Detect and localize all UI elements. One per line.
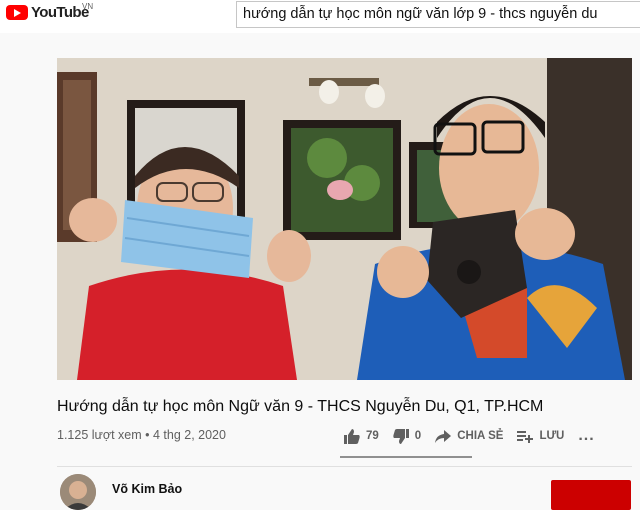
youtube-play-icon — [6, 5, 28, 20]
share-icon — [435, 429, 452, 443]
dislike-count: 0 — [414, 430, 422, 442]
video-title: Hướng dẫn tự học môn Ngữ văn 9 - THCS Ng… — [57, 398, 544, 415]
playlist-add-icon — [517, 430, 534, 443]
avatar-image — [60, 474, 96, 510]
share-button[interactable]: CHIA SẺ — [435, 429, 504, 443]
logo-text: YouTube — [31, 4, 89, 21]
top-bar: YouTube VN hướng dẫn tự học môn ngữ văn … — [0, 0, 640, 33]
channel-name[interactable]: Võ Kim Bảo — [112, 482, 182, 496]
video-meta: 1.125 lượt xem • 4 thg 2, 2020 — [57, 428, 226, 442]
like-ratio-fill — [340, 456, 472, 458]
video-actions: 79 0 CHIA SẺ LƯU ... — [344, 427, 609, 445]
like-count: 79 — [366, 430, 379, 442]
subscribe-button[interactable] — [551, 480, 631, 510]
save-button[interactable]: LƯU — [517, 430, 564, 443]
view-count: 1.125 lượt xem — [57, 428, 142, 442]
dislike-button[interactable]: 0 — [393, 428, 422, 444]
thumbs-up-icon — [344, 428, 360, 444]
video-player[interactable] — [57, 58, 632, 380]
share-label: CHIA SẺ — [457, 430, 504, 442]
thumbs-down-icon — [393, 428, 409, 444]
like-ratio-bar — [340, 456, 472, 458]
upload-date: 4 thg 2, 2020 — [152, 428, 226, 442]
more-icon: ... — [578, 427, 595, 444]
save-label: LƯU — [539, 430, 565, 442]
video-frame — [57, 58, 632, 380]
youtube-logo[interactable]: YouTube VN — [6, 2, 93, 21]
more-actions-button[interactable]: ... — [578, 427, 594, 445]
divider — [57, 466, 632, 467]
like-button[interactable]: 79 — [344, 428, 379, 444]
meta-separator: • — [141, 428, 153, 442]
logo-region: VN — [82, 2, 94, 11]
search-input[interactable]: hướng dẫn tự học môn ngữ văn lớp 9 - thc… — [236, 1, 640, 28]
channel-avatar[interactable] — [60, 474, 96, 510]
